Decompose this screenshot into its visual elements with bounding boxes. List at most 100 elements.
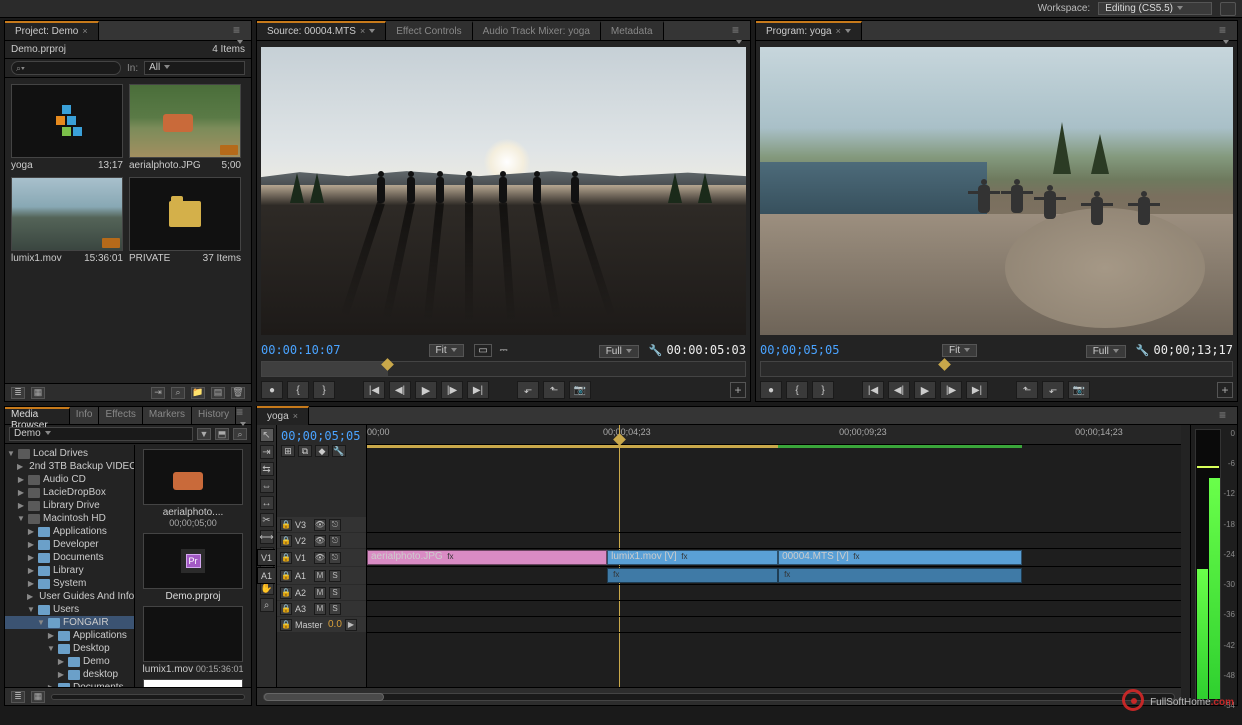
step-back-button[interactable]: ◀| [888, 381, 910, 399]
bin-item[interactable]: aerialphoto.JPG5;00 [129, 84, 241, 171]
mb-path-select[interactable]: Demo [9, 427, 193, 441]
track-eye-icon[interactable]: 👁 [314, 519, 326, 531]
extract-button[interactable]: ⬐ [1042, 381, 1064, 399]
zoom-tool-icon[interactable]: ⌕ [260, 598, 274, 612]
tree-row[interactable]: ▼Users [5, 603, 134, 616]
tree-row[interactable]: ▶Developer [5, 538, 134, 551]
tree-row[interactable]: ▼Macintosh HD [5, 512, 134, 525]
disclosure-icon[interactable]: ▶ [17, 462, 23, 471]
step-back-button[interactable]: ◀| [389, 381, 411, 399]
mb-thumb-view-button[interactable]: ▦ [31, 691, 45, 703]
track-a2[interactable]: 🔒A2MS [367, 585, 1181, 601]
delete-button[interactable]: 🗑 [231, 387, 245, 399]
tree-row[interactable]: ▶System [5, 577, 134, 590]
track-solo-icon[interactable]: S [329, 570, 341, 582]
track-lock-icon[interactable]: 🔒 [280, 535, 292, 547]
mb-preview-item[interactable]: aerialphoto.... 00;00;05;00 [139, 449, 247, 529]
disclosure-icon[interactable]: ▶ [27, 566, 35, 575]
timeline-tracks[interactable]: 00;0000;00;04;2300;00;09;2300;00;14;23 🔒… [367, 425, 1181, 687]
disclosure-icon[interactable]: ▼ [17, 514, 25, 523]
step-forward-button[interactable]: |▶ [441, 381, 463, 399]
tree-row[interactable]: ▼Desktop [5, 642, 134, 655]
track-lock-icon[interactable]: 🔒 [280, 552, 292, 564]
tab-history[interactable]: History [192, 407, 236, 424]
tree-row[interactable]: ▼Local Drives [5, 447, 134, 460]
media-browser-tree[interactable]: ▼Local Drives▶2nd 3TB Backup VIDEO▶Audio… [5, 445, 135, 687]
panel-menu-icon[interactable] [236, 407, 247, 419]
track-v3[interactable]: 🔒V3👁⎋ [367, 517, 1181, 533]
settings-button[interactable]: 🔧 [332, 445, 346, 457]
tree-row[interactable]: ▼FONGAIR [5, 616, 134, 629]
fx-badge-icon[interactable]: fx [613, 570, 619, 579]
new-item-button[interactable]: ▤ [211, 387, 225, 399]
goto-out-button[interactable]: ▶| [467, 381, 489, 399]
tree-row[interactable]: ▶Demo [5, 655, 134, 668]
source-zoom-select[interactable]: Fit [429, 344, 464, 357]
overwrite-button[interactable]: ⬑ [543, 381, 565, 399]
close-icon[interactable]: × [82, 26, 87, 36]
program-zoom-select[interactable]: Fit [942, 344, 977, 357]
mb-preview-item[interactable]: lumix1.mov 00:15:36:01 [139, 606, 247, 675]
track-v1[interactable]: V1🔒V1👁⎋aerialphoto.JPG fxlumix1.mov [V] … [367, 549, 1181, 567]
tree-row[interactable]: ▶Library [5, 564, 134, 577]
track-v2[interactable]: 🔒V2👁⎋ [367, 533, 1181, 549]
track-a1[interactable]: A1🔒A1MS fx fx [367, 567, 1181, 585]
close-icon[interactable]: × [360, 26, 365, 36]
mark-out-button[interactable]: } [812, 381, 834, 399]
tree-row[interactable]: ▶desktop [5, 668, 134, 681]
track-master[interactable]: 🔒Master0.0▶ [367, 617, 1181, 633]
tab-markers[interactable]: Markers [143, 407, 192, 424]
bin-item[interactable]: lumix1.mov15:36:01 [11, 177, 123, 264]
tree-row[interactable]: ▶LacieDropBox [5, 486, 134, 499]
track-sync-icon[interactable]: ⎋ [329, 535, 341, 547]
mark-out-button[interactable]: } [313, 381, 335, 399]
timeline-clip[interactable]: 00004.MTS [V] fx [778, 550, 1022, 565]
goto-out-button[interactable]: ▶| [966, 381, 988, 399]
track-solo-icon[interactable]: S [329, 587, 341, 599]
selection-tool-icon[interactable]: ↖ [260, 428, 274, 442]
panel-menu-icon[interactable] [1219, 410, 1233, 422]
fx-badge-icon[interactable]: fx [681, 552, 687, 561]
timeline-ruler[interactable]: 00;0000;00;04;2300;00;09;2300;00;14;23 [367, 425, 1181, 445]
mb-preview-item[interactable]: PrDemo.prproj [139, 533, 247, 602]
tree-row[interactable]: ▶2nd 3TB Backup VIDEO [5, 460, 134, 473]
source-tab[interactable]: Source: 00004.MTS× [257, 21, 386, 40]
disclosure-icon[interactable]: ▶ [57, 670, 65, 679]
step-forward-button[interactable]: |▶ [940, 381, 962, 399]
goto-in-button[interactable]: |◀ [862, 381, 884, 399]
disclosure-icon[interactable]: ▶ [17, 475, 25, 484]
list-view-button[interactable]: ≣ [11, 387, 25, 399]
disclosure-icon[interactable]: ▶ [17, 501, 25, 510]
program-quality-select[interactable]: Full [1086, 345, 1126, 358]
settings-icon[interactable]: 🔧 [649, 345, 663, 357]
goto-in-button[interactable]: |◀ [363, 381, 385, 399]
disclosure-icon[interactable]: ▶ [57, 657, 65, 666]
drag-audio-icon[interactable]: ⎓ [497, 345, 511, 356]
tree-row[interactable]: ▶Audio CD [5, 473, 134, 486]
disclosure-icon[interactable]: ▼ [47, 644, 55, 653]
disclosure-icon[interactable]: ▼ [27, 605, 35, 614]
fx-badge-icon[interactable]: fx [447, 552, 453, 561]
track-mute-icon[interactable]: M [314, 603, 326, 615]
tab-info[interactable]: Info [70, 407, 100, 424]
mark-in-button[interactable]: { [287, 381, 309, 399]
track-lock-icon[interactable]: 🔒 [280, 619, 292, 631]
button-editor-icon[interactable]: + [1217, 382, 1233, 398]
mark-in-button[interactable]: { [786, 381, 808, 399]
add-marker-button[interactable]: ● [261, 381, 283, 399]
disclosure-icon[interactable]: ▶ [27, 540, 35, 549]
tab-effect-controls[interactable]: Effect Controls [386, 21, 472, 40]
razor-tool-icon[interactable]: ✂ [260, 513, 274, 527]
mb-zoom-slider[interactable] [51, 694, 245, 700]
drag-video-icon[interactable]: ▭ [474, 344, 491, 357]
mb-list-view-button[interactable]: ≣ [11, 691, 25, 703]
mb-preview-item[interactable] [139, 679, 247, 687]
filter-in-select[interactable]: All [144, 61, 245, 75]
rolling-tool-icon[interactable]: ⇔ [260, 479, 274, 493]
panel-menu-icon[interactable] [732, 25, 746, 37]
source-scrub-bar[interactable] [261, 361, 746, 377]
project-tab[interactable]: Project: Demo× [5, 21, 99, 40]
track-mute-icon[interactable]: M [314, 587, 326, 599]
program-tab[interactable]: Program: yoga× [756, 21, 862, 40]
panel-menu-icon[interactable] [233, 25, 247, 37]
